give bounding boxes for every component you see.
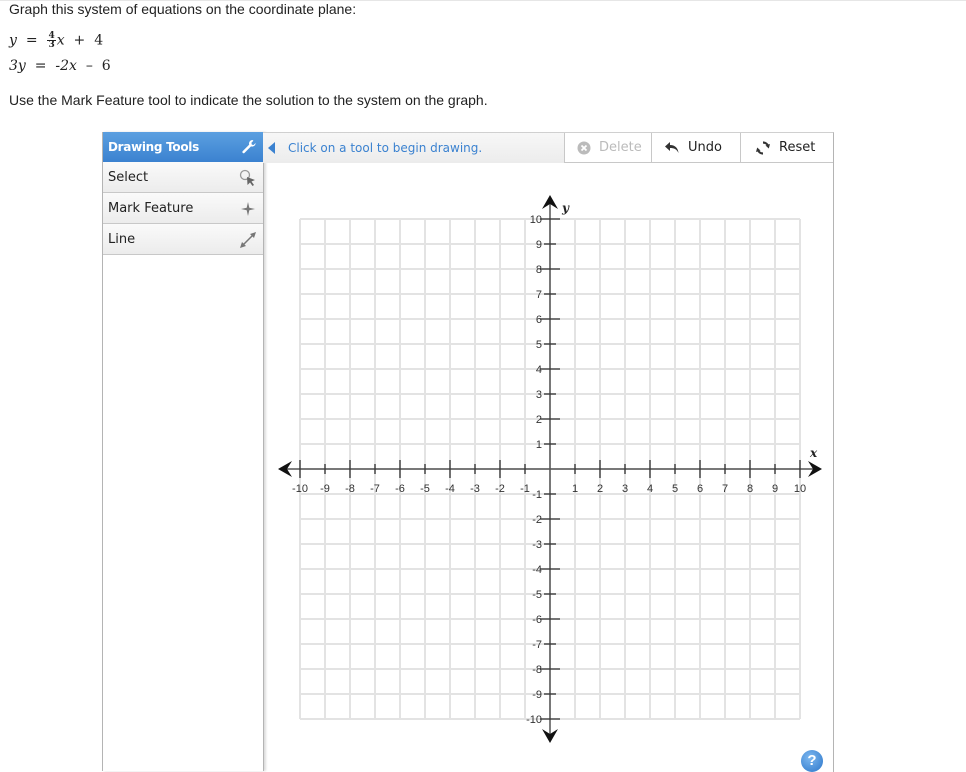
eq2-rhs-term: -2x	[55, 58, 77, 74]
y-tick-label: -9	[532, 689, 542, 701]
x-tick-label: 10	[794, 483, 806, 495]
delete-button[interactable]: Delete	[564, 133, 651, 163]
x-tick-label: -5	[420, 483, 430, 495]
y-axis-label: y	[561, 201, 570, 215]
y-tick-label: -6	[532, 614, 542, 626]
tool-line[interactable]: Line	[103, 224, 263, 255]
y-tick-label: 2	[536, 414, 542, 426]
reset-label: Reset	[779, 140, 816, 155]
eq2-equals: =	[34, 58, 47, 74]
tool-mark-feature-label: Mark Feature	[108, 200, 194, 216]
y-tick-label: 10	[530, 214, 542, 226]
x-tick-label: -1	[520, 483, 530, 495]
eq1-op: +	[73, 32, 86, 49]
x-tick-label: 8	[747, 483, 753, 495]
y-tick-label: -4	[532, 564, 542, 576]
x-tick-label: 6	[697, 483, 703, 495]
y-tick-label: 8	[536, 264, 542, 276]
eq1-fraction: 43	[47, 32, 56, 50]
undo-arrow-icon	[665, 141, 679, 153]
question-prompt: Graph this system of equations on the co…	[9, 1, 357, 17]
eq2-lhs: 3y	[9, 58, 26, 74]
four-point-star-icon	[241, 202, 255, 216]
eq1-var: x	[56, 32, 65, 49]
x-tick-label: 2	[597, 483, 603, 495]
eq2-op: –	[85, 58, 93, 74]
delete-label: Delete	[599, 140, 642, 155]
y-tick-label: -7	[532, 639, 542, 651]
x-tick-label: 7	[722, 483, 728, 495]
y-tick-label: -10	[526, 714, 542, 726]
x-tick-label: -8	[345, 483, 355, 495]
y-tick-label: 1	[536, 439, 542, 451]
y-tick-label: 6	[536, 314, 542, 326]
x-tick-label: -10	[292, 483, 308, 495]
wrench-icon	[242, 140, 256, 154]
tool-mark-feature[interactable]: Mark Feature	[103, 193, 263, 224]
y-tick-label: -3	[532, 539, 542, 551]
x-axis-label: x	[809, 446, 818, 460]
y-tick-label: -8	[532, 664, 542, 676]
reset-refresh-icon	[756, 140, 770, 155]
y-tick-label: 5	[536, 339, 542, 351]
undo-label: Undo	[688, 140, 722, 155]
double-arrow-line-icon	[240, 232, 256, 248]
eq1-equals: =	[25, 32, 38, 49]
y-tick-label: 7	[536, 289, 542, 301]
eq1-const: 4	[94, 32, 104, 49]
select-pointer-icon	[239, 169, 255, 186]
tool-line-label: Line	[108, 231, 136, 247]
eq1-denominator: 3	[48, 40, 55, 50]
y-tick-label: -5	[532, 589, 542, 601]
y-tick-label: 9	[536, 239, 542, 251]
y-tick-label: 3	[536, 389, 542, 401]
y-tick-label: -1	[532, 489, 542, 501]
equation-2: 3y = -2x – 6	[9, 58, 111, 74]
drawing-tools-title: Drawing Tools	[108, 140, 199, 154]
x-tick-label: 4	[647, 483, 653, 495]
tool-select-label: Select	[108, 169, 149, 185]
tool-select[interactable]: Select	[103, 162, 263, 193]
x-tick-label: -9	[320, 483, 330, 495]
instruction-text: Use the Mark Feature tool to indicate th…	[9, 92, 488, 108]
x-tick-label: 1	[572, 483, 578, 495]
x-tick-label: 3	[622, 483, 628, 495]
drawing-tools-header: Drawing Tools	[103, 132, 263, 162]
eq1-lhs: y	[9, 32, 17, 49]
x-tick-label: -6	[395, 483, 405, 495]
eq2-const: 6	[101, 58, 111, 74]
drawing-tools-sidebar: Drawing Tools Select Mark Feature Line	[102, 132, 264, 771]
x-tick-label: 5	[672, 483, 678, 495]
help-button[interactable]: ?	[801, 750, 823, 772]
x-tick-label: -7	[370, 483, 380, 495]
y-tick-label: 4	[536, 364, 542, 376]
y-tick-label: -2	[532, 514, 542, 526]
equation-1: y = 43x + 4	[9, 32, 104, 50]
graph-toolbar: Click on a tool to begin drawing. Delete…	[263, 133, 833, 163]
collapse-sidebar-arrow-icon[interactable]	[268, 142, 275, 154]
coordinate-plane[interactable]: -10 -9 -8 -7 -6 -5 -4 -3 -2 -1 1 2 3 4 5 6 7 8 9 10 10 9 8 7 6 5 4…	[263, 163, 833, 771]
x-tick-label: 9	[772, 483, 778, 495]
x-tick-label: -2	[495, 483, 505, 495]
undo-button[interactable]: Undo	[651, 133, 740, 163]
delete-x-circle-icon	[577, 141, 591, 154]
x-tick-label: -3	[470, 483, 480, 495]
x-tick-label: -4	[445, 483, 455, 495]
reset-button[interactable]: Reset	[740, 133, 833, 163]
toolbar-hint: Click on a tool to begin drawing.	[288, 141, 483, 155]
